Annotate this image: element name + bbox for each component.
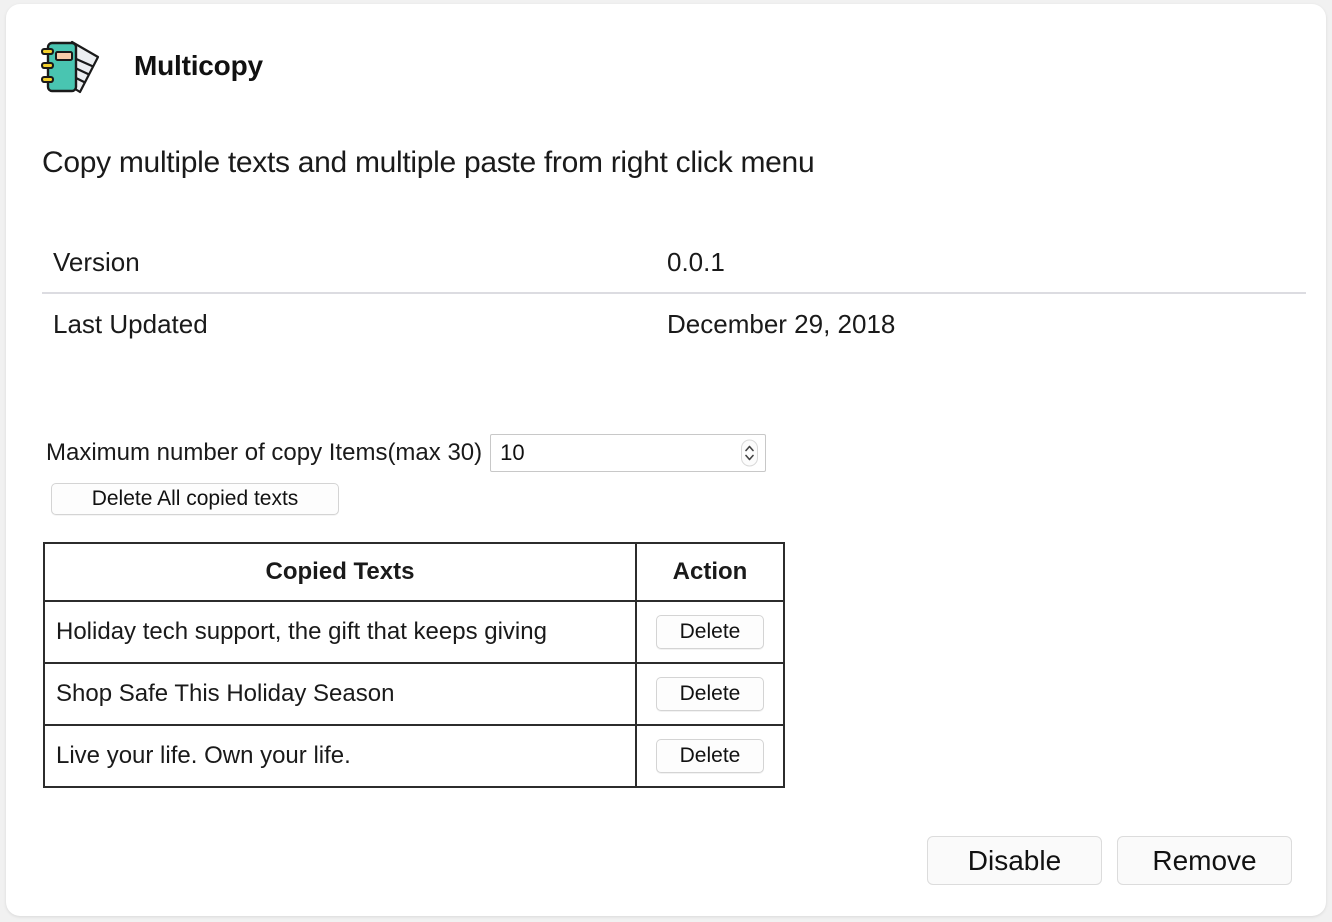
copied-text-value: Live your life. Own your life. [43,724,637,788]
copied-text-value: Holiday tech support, the gift that keep… [43,600,637,664]
table-row: Holiday tech support, the gift that keep… [43,600,785,664]
max-items-setting: Maximum number of copy Items(max 30) 10 [46,434,767,472]
max-items-value: 10 [500,440,525,465]
chevron-down-icon [745,454,754,461]
row-action-cell: Delete [635,662,785,726]
delete-row-button[interactable]: Delete [656,615,764,649]
disable-button[interactable]: Disable [927,836,1102,885]
delete-row-button[interactable]: Delete [656,739,764,773]
remove-button[interactable]: Remove [1117,836,1292,885]
table-row: Live your life. Own your life. Delete [43,724,785,788]
version-label: Version [53,246,140,277]
detail-row-last-updated: Last Updated December 29, 2018 [42,294,1306,354]
table-header-row: Copied Texts Action [43,542,785,602]
delete-all-copied-texts-button[interactable]: Delete All copied texts [51,483,339,515]
number-stepper[interactable] [741,439,759,467]
last-updated-label: Last Updated [53,308,208,339]
row-action-cell: Delete [635,724,785,788]
page-title: Multicopy [134,50,263,81]
max-items-field[interactable]: 10 [490,434,767,472]
footer-actions: Disable Remove [927,836,1292,885]
app-description: Copy multiple texts and multiple paste f… [42,146,815,179]
table-row: Shop Safe This Holiday Season Delete [43,662,785,726]
max-items-label: Maximum number of copy Items(max 30) [46,439,483,466]
details-list: Version 0.0.1 Last Updated December 29, … [42,232,1306,354]
copied-text-value: Shop Safe This Holiday Season [43,662,637,726]
column-header-copied-texts: Copied Texts [43,542,637,602]
delete-row-button[interactable]: Delete [656,677,764,711]
detail-row-version: Version 0.0.1 [42,232,1306,294]
extension-details-card: Multicopy Copy multiple texts and multip… [6,4,1326,916]
version-value: 0.0.1 [667,246,725,277]
copied-texts-table: Copied Texts Action Holiday tech support… [43,542,785,788]
chevron-up-icon [745,445,754,452]
app-header: Multicopy [36,30,263,102]
row-action-cell: Delete [635,600,785,664]
column-header-action: Action [635,542,785,602]
notebook-papers-icon [36,30,108,102]
last-updated-value: December 29, 2018 [667,308,896,339]
